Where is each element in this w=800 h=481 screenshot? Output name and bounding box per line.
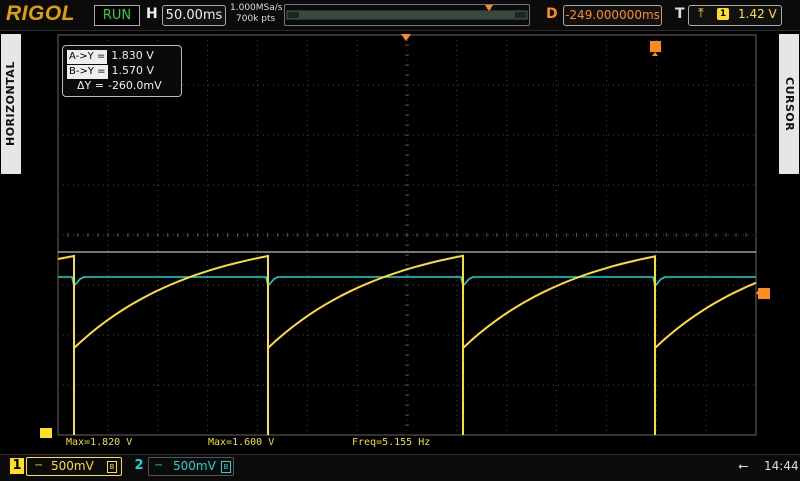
cursor-a-value: 1.830 V [111, 49, 154, 62]
sample-rate: 1.000MSa/s [230, 3, 283, 13]
trigger-time-marker [650, 41, 661, 52]
ch1-number[interactable]: 1 [10, 458, 24, 474]
ch2-settings[interactable]: ⎓ 500mV B [148, 457, 234, 476]
bandwidth-limit-icon: B [221, 461, 231, 473]
trigger-level: 1.42 V [738, 7, 777, 21]
cursor-a-label: A->Y = [67, 50, 108, 64]
trigger-label: T [675, 6, 685, 22]
ch2-max-measurement: Max=1.600 V [208, 437, 275, 448]
timebase-value[interactable]: 50.00ms [162, 5, 226, 26]
trigger-source: 1 [717, 8, 729, 20]
memory-position-graphic [286, 5, 528, 20]
brand-logo: RIGOL [6, 2, 75, 25]
dc-coupling-icon: ⎓ [35, 461, 43, 471]
memory-depth: 700k pts [236, 14, 276, 24]
cursor-delta-value: -260.0mV [107, 79, 162, 92]
rising-edge-icon: ⤒ [698, 6, 704, 21]
cursor-delta-label: ΔY = [77, 79, 104, 92]
frequency-measurement: Freq=5.155 Hz [352, 437, 431, 448]
delay-value[interactable]: -249.000000ms [563, 5, 662, 26]
cursor-readout: A->Y = 1.830 V B->Y = 1.570 V ΔY = -260.0mV [62, 45, 182, 97]
trigger-position-marker [401, 34, 411, 41]
ch1-scale: 500mV [51, 459, 94, 473]
ch1-max-measurement: Max=1.820 V [66, 437, 133, 448]
run-stop-status[interactable]: RUN [94, 5, 140, 26]
bandwidth-limit-icon: B [107, 461, 117, 473]
ch1-settings[interactable]: ⎓ 500mV B [26, 457, 122, 476]
cursor-b-label: B->Y = [67, 65, 108, 79]
usb-icon: ⭠ [738, 459, 749, 474]
ch2-number[interactable]: 2 [132, 458, 146, 474]
dc-coupling-icon: ⎓ [155, 461, 163, 471]
memory-position-bar [284, 4, 530, 26]
cursor-b-value: 1.570 V [111, 64, 155, 77]
horizontal-label: H [146, 6, 158, 22]
ch2-scale: 500mV [173, 459, 216, 473]
ch1-ground-marker [40, 428, 52, 438]
delay-label: D [546, 6, 558, 22]
clock: 14:44 [764, 459, 799, 473]
